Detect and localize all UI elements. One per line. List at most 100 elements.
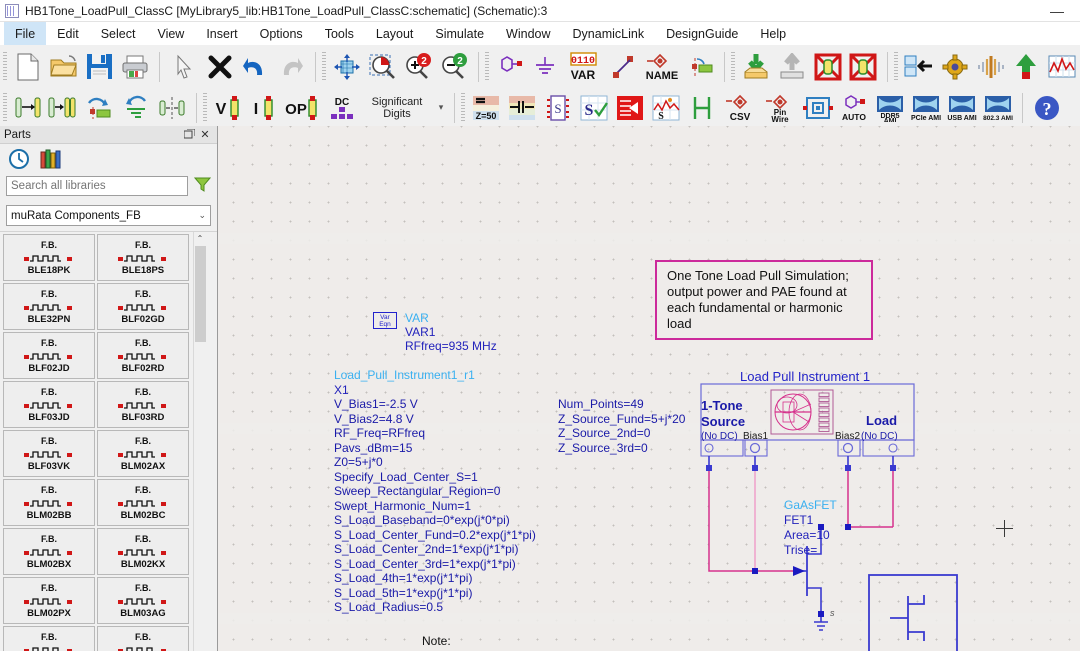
op-probe-icon[interactable]: OP	[282, 90, 324, 126]
menu-help[interactable]: Help	[749, 22, 797, 45]
new-document-icon[interactable]	[10, 49, 46, 85]
schematic-wizard-icon[interactable]	[901, 49, 937, 85]
menu-insert[interactable]: Insert	[195, 22, 248, 45]
schematic-canvas[interactable]: One Tone Load Pull Simulation; output po…	[218, 126, 1080, 651]
layout-box-icon[interactable]	[800, 90, 836, 126]
i-probe-icon[interactable]: I	[246, 90, 282, 126]
deactivate-all-icon[interactable]	[846, 49, 882, 85]
toolbar-gripper-5[interactable]	[894, 51, 899, 82]
part-item[interactable]: F.B. BLF02RD	[97, 332, 189, 379]
part-item[interactable]: F.B. BLF03VK	[3, 430, 95, 477]
802-3-ami-icon[interactable]: 802.3 AMI	[980, 90, 1016, 126]
menu-layout[interactable]: Layout	[365, 22, 425, 45]
undo-icon[interactable]	[237, 49, 273, 85]
pcie-ami-icon[interactable]: PCIe AMI	[908, 90, 944, 126]
zoom-in-2x-icon[interactable]: 2	[400, 49, 436, 85]
terminal-single-icon[interactable]	[10, 90, 46, 126]
funnel-filter-icon[interactable]	[193, 176, 212, 196]
s-param-box-icon[interactable]: S	[540, 90, 576, 126]
menu-edit[interactable]: Edit	[46, 22, 90, 45]
var-eqn-icon[interactable]: Var Eqn	[373, 312, 397, 329]
part-item[interactable]: F.B.BLM03B	[97, 626, 189, 651]
arrow-import-icon[interactable]	[612, 90, 648, 126]
part-item[interactable]: F.B. BLM02BX	[3, 528, 95, 575]
undock-icon[interactable]	[181, 127, 197, 143]
part-item[interactable]: F.B. BLF02GD	[97, 283, 189, 330]
part-item[interactable]: F.B. BLM02BB	[3, 479, 95, 526]
part-item[interactable]: F.B. BLE18PS	[97, 234, 189, 281]
parts-grid[interactable]: F.B. BLE18PK F.B. BLE18PS F.B. BLE32PN F.B. BLF…	[0, 232, 193, 651]
part-item[interactable]: F.B. BLE32PN	[3, 283, 95, 330]
menu-window[interactable]: Window	[495, 22, 561, 45]
toolbar-gripper[interactable]	[3, 51, 7, 82]
save-icon[interactable]	[81, 49, 117, 85]
delete-x-icon[interactable]	[202, 49, 238, 85]
s-check-icon[interactable]: S	[576, 90, 612, 126]
ddr5-ami-icon[interactable]: DDR5 AMI	[872, 90, 908, 126]
z50-icon[interactable]: Z=50	[468, 90, 504, 126]
search-input[interactable]	[6, 176, 188, 196]
scroll-up-icon[interactable]: ⌃	[193, 232, 207, 245]
deactivate-component-icon[interactable]	[810, 49, 846, 85]
help-icon[interactable]: ?	[1029, 90, 1065, 126]
terminal-multi-icon[interactable]	[46, 90, 82, 126]
part-item[interactable]: F.B. BLM02AX	[97, 430, 189, 477]
var-eqn-icon[interactable]: 0110 VAR	[563, 49, 605, 85]
menu-file[interactable]: File	[4, 22, 47, 45]
menu-dynamiclink[interactable]: DynamicLink	[562, 22, 656, 45]
part-item[interactable]: F.B. BLM02KX	[97, 528, 189, 575]
pin-pair-icon[interactable]	[154, 90, 190, 126]
csv-icon[interactable]: CSV	[720, 90, 760, 126]
name-wire-icon[interactable]: NAME	[641, 49, 683, 85]
select-arrow-icon[interactable]	[166, 49, 202, 85]
part-item[interactable]: F.B. BLF02JD	[3, 332, 95, 379]
statz-model-symbol[interactable]	[868, 574, 960, 651]
menu-view[interactable]: View	[146, 22, 195, 45]
part-item[interactable]: F.B. BLE18PK	[3, 234, 95, 281]
close-icon[interactable]: ✕	[197, 127, 213, 143]
toolbar-gripper-3[interactable]	[484, 51, 489, 82]
menu-options[interactable]: Options	[249, 22, 314, 45]
usb-ami-icon[interactable]: USB AMI	[944, 90, 980, 126]
menu-select[interactable]: Select	[90, 22, 147, 45]
pin-insert-icon[interactable]	[683, 49, 719, 85]
zoom-out-2x-icon[interactable]: 2	[436, 49, 472, 85]
zoom-area-icon[interactable]	[365, 49, 401, 85]
menu-designguide[interactable]: DesignGuide	[655, 22, 749, 45]
gear-sim-icon[interactable]	[937, 49, 973, 85]
port-edit-icon[interactable]	[82, 90, 118, 126]
push-into-hierarchy-icon[interactable]	[738, 49, 774, 85]
parts-scrollbar[interactable]: ⌃	[193, 232, 207, 651]
lumped-stack-icon[interactable]	[504, 90, 540, 126]
dc-annotate-icon[interactable]: DC	[324, 90, 360, 126]
scrollbar-thumb[interactable]	[194, 246, 206, 342]
history-clock-icon[interactable]	[8, 148, 30, 173]
toolbar-gripper-6[interactable]	[3, 92, 7, 123]
tuning-icon[interactable]	[973, 49, 1009, 85]
s-data-display-icon[interactable]: S	[648, 90, 684, 126]
significant-digits-button[interactable]: Significant Digits	[360, 90, 434, 126]
ground-icon[interactable]	[527, 49, 563, 85]
pop-out-hierarchy-icon[interactable]	[774, 49, 810, 85]
toolbar-gripper-7[interactable]	[203, 92, 207, 123]
toolbar-gripper-2[interactable]	[321, 51, 326, 82]
part-item[interactable]: F.B.BLM03A	[3, 626, 95, 651]
part-item[interactable]: F.B. BLF03JD	[3, 381, 95, 428]
minimize-button[interactable]: —	[1042, 2, 1072, 20]
menu-simulate[interactable]: Simulate	[424, 22, 495, 45]
library-books-icon[interactable]	[39, 148, 61, 173]
component-port-icon[interactable]	[492, 49, 528, 85]
part-item[interactable]: F.B. BLM02PX	[3, 577, 95, 624]
part-item[interactable]: F.B. BLM02BC	[97, 479, 189, 526]
part-item[interactable]: F.B. BLM03AG	[97, 577, 189, 624]
print-icon[interactable]	[117, 49, 153, 85]
redo-icon[interactable]	[273, 49, 309, 85]
h-icon[interactable]	[684, 90, 720, 126]
library-select[interactable]: muRata Components_FB ⌄	[6, 205, 211, 226]
data-display-icon[interactable]	[1044, 49, 1080, 85]
open-folder-icon[interactable]	[46, 49, 82, 85]
wire-icon[interactable]	[605, 49, 641, 85]
move-grid-icon[interactable]	[329, 49, 365, 85]
toolbar-gripper-8[interactable]	[461, 92, 465, 123]
auto-port-icon[interactable]: AUTO	[836, 90, 872, 126]
